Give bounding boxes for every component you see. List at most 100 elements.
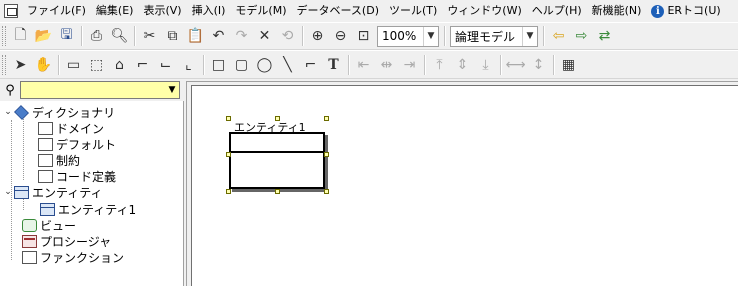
align-center-icon[interactable]: ⇹ [375, 53, 398, 76]
separator [348, 54, 349, 75]
code-definition-icon [38, 169, 53, 183]
same-height-icon[interactable]: ↕ [527, 53, 550, 76]
tree-node-constraint[interactable]: 制約 [38, 152, 80, 168]
resize-handle[interactable] [275, 189, 280, 194]
zoom-out-icon[interactable]: ⊖ [329, 25, 352, 48]
pointer-icon[interactable]: ➤ [9, 53, 32, 76]
menu-database[interactable]: データベース(D) [291, 1, 384, 21]
resize-handle[interactable] [324, 116, 329, 121]
resize-handle[interactable] [324, 152, 329, 157]
toolbar-grip[interactable] [2, 54, 6, 75]
import-icon[interactable]: ⇦ [547, 25, 570, 48]
menu-ertoko-label: ERトコ(U) [667, 4, 721, 17]
tree-node-function[interactable]: ファンクション [22, 249, 124, 265]
drawing-toolbar: ➤ ✋ ▭ ⬚ ⌂ ⌐ ⌙ ⌞ □ ▢ ◯ ╲ ⌐ T ⇤ ⇹ ⇥ ⤒ ⇕ ⤓ … [0, 50, 738, 79]
function-icon [22, 250, 37, 264]
resize-handle[interactable] [275, 116, 280, 121]
resize-handle[interactable] [226, 116, 231, 121]
app-icon[interactable] [4, 4, 18, 18]
paste-icon[interactable]: 📋 [184, 25, 207, 48]
collapse-icon[interactable]: ⌄ [2, 187, 14, 197]
cut-icon[interactable]: ✂ [138, 25, 161, 48]
entity-tool-icon[interactable]: ▭ [62, 53, 85, 76]
tree-guide [23, 116, 24, 180]
tree-node-default[interactable]: デフォルト [38, 136, 116, 152]
view-tool-icon[interactable]: ⬚ [85, 53, 108, 76]
tree-node-domain[interactable]: ドメイン [38, 120, 104, 136]
print-icon[interactable]: ⎙ [85, 25, 108, 48]
tree-node-entity1[interactable]: エンティティ1 [40, 201, 136, 217]
undo-icon[interactable]: ↶ [207, 25, 230, 48]
print-preview-icon[interactable]: 🔍︎ [108, 25, 131, 48]
separator [203, 54, 204, 75]
tree-label: 制約 [56, 153, 81, 168]
find-replace-icon[interactable]: ⟲ [276, 25, 299, 48]
connector-icon[interactable]: ⌐ [299, 53, 322, 76]
align-middle-icon[interactable]: ⇕ [451, 53, 474, 76]
line-icon[interactable]: ╲ [276, 53, 299, 76]
align-left-icon[interactable]: ⇤ [352, 53, 375, 76]
tree-search-input[interactable]: ▼ [20, 81, 180, 99]
open-folder-icon[interactable]: 📂 [32, 25, 55, 48]
standard-toolbar: 🗋 📂 🖫 ⎙ 🔍︎ ✂ ⧉ 📋 ↶ ↷ ✕ ⟲ ⊕ ⊖ ⊡ 100% ▼ 論理… [0, 22, 738, 50]
tree-label: ドメイン [56, 121, 105, 136]
tree-label: コード定義 [56, 169, 117, 184]
menu-new-features[interactable]: 新機能(N) [587, 1, 647, 21]
copy-icon[interactable]: ⧉ [161, 25, 184, 48]
tree-node-entities[interactable]: ⌄ エンティティ [2, 184, 103, 200]
relation-tool-icon[interactable]: ⌐ [131, 53, 154, 76]
zoom-in-icon[interactable]: ⊕ [306, 25, 329, 48]
menu-insert[interactable]: 挿入(I) [187, 1, 231, 21]
entity-primary-key-area[interactable] [231, 134, 323, 153]
tree-node-dictionary[interactable]: ⌄ ディクショナリ [2, 104, 115, 120]
separator [302, 26, 303, 46]
zoom-fit-icon[interactable]: ⊡ [352, 25, 375, 48]
many-to-many-icon[interactable]: ⌞ [177, 53, 200, 76]
align-top-icon[interactable]: ⤒ [428, 53, 451, 76]
redo-icon[interactable]: ↷ [230, 25, 253, 48]
align-bottom-icon[interactable]: ⤓ [474, 53, 497, 76]
menu-window[interactable]: ウィンドウ(W) [442, 1, 526, 21]
menu-edit[interactable]: 編集(E) [91, 1, 139, 21]
toolbar-grip[interactable] [2, 26, 6, 46]
menu-ertoko[interactable]: i ERトコ(U) [646, 1, 725, 21]
nonidentifying-relation-icon[interactable]: ⌙ [154, 53, 177, 76]
save-icon[interactable]: 🖫 [55, 25, 78, 48]
tree-node-code-definition[interactable]: コード定義 [38, 168, 116, 184]
same-width-icon[interactable]: ⟷ [504, 53, 527, 76]
hand-icon[interactable]: ✋ [32, 53, 55, 76]
collapse-icon[interactable]: ⌄ [2, 107, 14, 117]
model-type-select[interactable]: 論理モデル ▼ [450, 25, 538, 47]
menu-tools[interactable]: ツール(T) [384, 1, 442, 21]
resize-handle[interactable] [226, 152, 231, 157]
menu-view[interactable]: 表示(V) [138, 1, 186, 21]
grid-icon[interactable]: ▦ [557, 53, 580, 76]
tree-node-procedure[interactable]: プロシージャ [22, 233, 111, 249]
separator [500, 54, 501, 75]
tree-label: デフォルト [56, 137, 117, 152]
align-right-icon[interactable]: ⇥ [398, 53, 421, 76]
menu-help[interactable]: ヘルプ(H) [527, 1, 587, 21]
menu-model[interactable]: モデル(M) [230, 1, 291, 21]
rectangle-icon[interactable]: □ [207, 53, 230, 76]
entity-shape[interactable] [229, 132, 325, 189]
export-icon[interactable]: ⇨ [570, 25, 593, 48]
delete-icon[interactable]: ✕ [253, 25, 276, 48]
text-tool-icon[interactable]: T [322, 53, 345, 76]
ellipse-icon[interactable]: ◯ [253, 53, 276, 76]
entity-folder-icon [14, 185, 29, 199]
menu-file[interactable]: ファイル(F) [22, 1, 91, 21]
rounded-rect-icon[interactable]: ▢ [230, 53, 253, 76]
model-type-value: 論理モデル [455, 29, 516, 44]
tree-label: エンティティ1 [58, 202, 137, 217]
resize-handle[interactable] [324, 189, 329, 194]
zoom-select[interactable]: 100% ▼ [377, 25, 439, 47]
sync-icon[interactable]: ⇄ [593, 25, 616, 48]
subtype-tool-icon[interactable]: ⌂ [108, 53, 131, 76]
new-file-icon[interactable]: 🗋 [9, 25, 32, 48]
info-icon: i [651, 4, 665, 18]
resize-handle[interactable] [226, 189, 231, 194]
tree-node-view[interactable]: ビュー [22, 217, 76, 233]
binoculars-icon[interactable]: ⚲ [0, 83, 20, 98]
dictionary-icon [14, 104, 29, 120]
